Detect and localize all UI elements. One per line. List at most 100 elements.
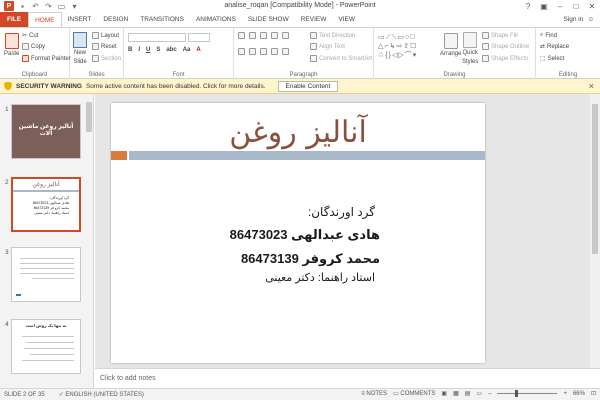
- text-direction-button[interactable]: Text Direction: [310, 32, 355, 39]
- convert-smartart-button[interactable]: Convert to SmartArt: [310, 55, 372, 62]
- close-button[interactable]: ✕: [584, 0, 600, 12]
- underline-button[interactable]: U: [146, 47, 150, 53]
- shape-fill-button[interactable]: Shape Fill: [482, 32, 518, 39]
- tab-insert[interactable]: INSERT: [62, 12, 98, 27]
- tab-transitions[interactable]: TRANSITIONS: [134, 12, 190, 27]
- editor-scroll-thumb[interactable]: [592, 104, 598, 254]
- normal-view-icon[interactable]: ▣: [441, 390, 447, 397]
- zoom-in-icon[interactable]: +: [563, 391, 567, 397]
- section-icon: [92, 55, 99, 62]
- font-color-button[interactable]: A: [196, 47, 200, 53]
- shape-fill-icon: [482, 32, 489, 39]
- shape-effects-button[interactable]: Shape Effects: [482, 55, 528, 62]
- slide-text-author-2[interactable]: محمد کروفر 86473139: [241, 251, 380, 267]
- tab-slide-show[interactable]: SLIDE SHOW: [242, 12, 295, 27]
- comments-toggle[interactable]: ▭ COMMENTS: [393, 390, 435, 397]
- shapes-gallery[interactable]: ▭⟋⟍▭○□ △⌐↳⇨⇧☐ ☆{}◁▷⌒▾: [378, 33, 438, 69]
- align-text-button[interactable]: Align Text: [310, 43, 345, 50]
- layout-button[interactable]: Layout: [92, 32, 119, 39]
- slide-thumbnail-3[interactable]: [11, 247, 81, 302]
- replace-button[interactable]: ⇄ Replace: [540, 43, 570, 51]
- window-controls: ? ▣ – □ ✕: [520, 0, 600, 12]
- current-slide[interactable]: آنالیز روغن گرد اورندگان: هادی عبدالهی 8…: [111, 103, 485, 363]
- slide-thumbnail-1[interactable]: آنالیز روغن ماشین آلات: [11, 104, 81, 159]
- align-left-icon[interactable]: [238, 48, 245, 55]
- language-indicator[interactable]: ✓ ENGLISH (UNITED STATES): [59, 391, 144, 398]
- arrange-button[interactable]: Arrange: [440, 33, 461, 57]
- justify-icon[interactable]: [271, 48, 278, 55]
- slide-text-supervisor[interactable]: استاد راهنما: دکتر معینی: [265, 271, 375, 284]
- ribbon-display-options-button[interactable]: ▣: [536, 0, 552, 12]
- shadow-button[interactable]: abc: [166, 47, 176, 53]
- find-button[interactable]: ⌕ Find: [540, 32, 557, 39]
- new-slide-icon: [73, 32, 87, 48]
- help-button[interactable]: ?: [520, 0, 536, 12]
- tab-view[interactable]: VIEW: [332, 12, 361, 27]
- increase-indent-icon[interactable]: [271, 32, 278, 39]
- shape-effects-icon: [482, 55, 489, 62]
- notes-toggle[interactable]: ≡ NOTES: [361, 391, 387, 397]
- reset-button[interactable]: Reset: [92, 43, 117, 50]
- close-icon[interactable]: ×: [589, 81, 594, 91]
- font-size-input[interactable]: [188, 33, 210, 42]
- fit-to-window-icon[interactable]: ⊡: [591, 390, 596, 397]
- tab-home[interactable]: HOME: [28, 12, 62, 27]
- zoom-slider[interactable]: [497, 390, 558, 397]
- slide-text-author-1[interactable]: هادی عبدالهی 86473023: [230, 227, 380, 243]
- minimize-button[interactable]: –: [552, 0, 568, 12]
- tab-review[interactable]: REVIEW: [295, 12, 333, 27]
- cut-button[interactable]: ✂ Cut: [22, 32, 38, 40]
- zoom-slider-thumb[interactable]: [515, 390, 519, 397]
- change-case-button[interactable]: Aa: [183, 47, 191, 53]
- paste-button[interactable]: Paste: [4, 33, 19, 57]
- tab-file[interactable]: FILE: [0, 12, 29, 27]
- align-right-icon[interactable]: [260, 48, 267, 55]
- line-spacing-icon[interactable]: [282, 32, 289, 39]
- bullets-icon[interactable]: [238, 32, 245, 39]
- slide-title[interactable]: آنالیز روغن: [171, 115, 425, 150]
- slide-thumbnails-pane: 1 آنالیز روغن ماشین آلات 2 آنالیز روغن گ…: [0, 94, 94, 388]
- quick-styles-button[interactable]: Quick Styles: [462, 32, 478, 66]
- select-label: Select: [547, 55, 565, 62]
- align-center-icon[interactable]: [249, 48, 256, 55]
- reading-view-icon[interactable]: ▤: [465, 390, 471, 397]
- format-painter-button[interactable]: Format Painter: [22, 55, 71, 62]
- zoom-out-icon[interactable]: –: [488, 391, 491, 397]
- shape-outline-button[interactable]: Shape Outline: [482, 43, 529, 50]
- replace-label: Replace: [547, 43, 570, 50]
- slide-sorter-icon[interactable]: ▦: [453, 390, 459, 397]
- tab-animations[interactable]: ANIMATIONS: [190, 12, 242, 27]
- italic-button[interactable]: I: [138, 47, 140, 53]
- bold-button[interactable]: B: [128, 47, 132, 53]
- enable-content-button[interactable]: Enable Content: [277, 80, 339, 92]
- sign-in[interactable]: Sign in ☺: [563, 16, 594, 23]
- thumbnails-scroll-thumb[interactable]: [86, 102, 92, 132]
- slide-thumbnail-2[interactable]: آنالیز روغن گرد آورندگان: هادی عبدالهی 8…: [11, 177, 81, 232]
- text-direction-label: Text Direction: [319, 32, 356, 39]
- zoom-level[interactable]: 66%: [573, 391, 585, 397]
- scissors-icon: ✂: [22, 33, 28, 39]
- shape-star-icon: ☆{}◁▷⌒▾: [378, 52, 418, 59]
- editor-scrollbar[interactable]: [590, 94, 600, 368]
- numbering-icon[interactable]: [249, 32, 256, 39]
- maximize-button[interactable]: □: [568, 0, 584, 12]
- columns-icon[interactable]: [282, 48, 289, 55]
- shape-outline-label: Shape Outline: [491, 43, 530, 50]
- thumbnail-title: آنالیز روغن ماشین آلات: [18, 124, 74, 137]
- slide-text-authors-heading[interactable]: گرد اورندگان:: [308, 205, 375, 219]
- slideshow-icon[interactable]: ▭: [476, 390, 482, 397]
- font-name-input[interactable]: [128, 33, 186, 42]
- tab-design[interactable]: DESIGN: [97, 12, 134, 27]
- strikethrough-button[interactable]: S: [156, 47, 160, 53]
- new-slide-button[interactable]: New Slide: [73, 32, 87, 66]
- editing-group: ⌕ Find ⇄ Replace ⬚ Select Editing: [536, 28, 600, 79]
- notes-pane[interactable]: Click to add notes: [95, 368, 600, 388]
- copy-button[interactable]: Copy: [22, 43, 45, 50]
- slide-thumbnail-4[interactable]: نه تنها یک روش است: [11, 319, 81, 374]
- thumbnails-scrollbar[interactable]: [85, 94, 93, 388]
- clipboard-group-label: Clipboard: [21, 72, 48, 78]
- section-button[interactable]: Section: [92, 55, 121, 62]
- select-button[interactable]: ⬚ Select: [540, 55, 565, 63]
- decrease-indent-icon[interactable]: [260, 32, 267, 39]
- security-warning-message[interactable]: Some active content has been disabled. C…: [86, 83, 266, 90]
